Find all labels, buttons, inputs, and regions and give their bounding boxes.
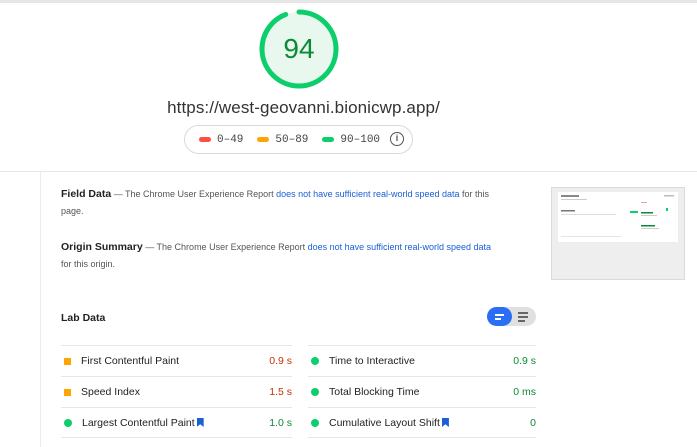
legend-swatch-pass (322, 137, 335, 142)
list-icon-line (518, 320, 525, 322)
section-divider (0, 171, 697, 172)
legend-item-fail: 0–49 (199, 134, 243, 146)
legend-label-fail: 0–49 (217, 133, 244, 146)
info-icon[interactable]: i (390, 132, 404, 146)
legend-swatch-average (257, 137, 270, 142)
legend-item-average: 50–89 (257, 134, 308, 146)
metric-label: First Contentful Paint (81, 355, 180, 367)
origin-summary-section: Origin Summary — The Chrome User Experie… (61, 239, 501, 273)
metric-speed-index: Speed Index 1.5 s (61, 376, 292, 407)
field-data-section: Field Data — The Chrome User Experience … (61, 186, 501, 220)
legend-swatch-fail (199, 137, 211, 142)
performance-score-value: 94 (283, 33, 315, 64)
pass-circle-icon (64, 418, 72, 427)
lab-data-title: Lab Data (61, 312, 106, 324)
expanded-view-toggle-option[interactable] (512, 307, 536, 326)
pass-circle-icon (311, 357, 319, 365)
list-icon-line (518, 312, 528, 314)
origin-summary-title: Origin Summary (61, 241, 143, 253)
top-divider (0, 0, 697, 3)
compact-icon-line (495, 314, 504, 316)
metric-label: Time to Interactive (329, 355, 415, 367)
field-data-dash: — (111, 189, 126, 199)
metric-value: 0.9 s (269, 355, 292, 367)
performance-score-gauge: 94 (258, 8, 340, 90)
tested-url: https://west-geovanni.bionicwp.app/ (167, 98, 440, 117)
metric-value: 1.0 s (269, 416, 292, 429)
origin-summary-prefix: The Chrome User Experience Report (156, 242, 308, 252)
metric-label: Largest Contentful Paint (82, 416, 195, 429)
thumbnail-page-preview (558, 192, 678, 242)
legend-label-pass: 90–100 (340, 133, 381, 146)
compact-icon-line (495, 318, 501, 320)
score-legend: 0–49 50–89 90–100 i (184, 125, 413, 154)
metric-largest-contentful-paint: Largest Contentful Paint 1.0 s (61, 407, 292, 438)
list-icon-line (518, 316, 528, 318)
metric-label: Total Blocking Time (329, 386, 420, 398)
compact-view-toggle-option[interactable] (487, 307, 512, 326)
metric-time-to-interactive: Time to Interactive 0.9 s (308, 345, 536, 376)
metric-cumulative-layout-shift: Cumulative Layout Shift 0 (308, 407, 536, 438)
page-screenshot-thumbnail (551, 187, 685, 280)
pass-circle-icon (311, 418, 319, 427)
legend-label-average: 50–89 (275, 133, 309, 146)
metric-value: 0 (530, 416, 536, 429)
average-square-icon (64, 388, 71, 396)
core-web-vital-flag-icon (441, 418, 449, 427)
metric-value: 0 ms (513, 386, 536, 398)
metrics-view-toggle[interactable] (487, 307, 536, 326)
average-square-icon (64, 357, 71, 365)
legend-item-pass: 90–100 (322, 134, 380, 146)
left-gutter-line (40, 172, 41, 447)
origin-summary-link[interactable]: does not have sufficient real-world spee… (308, 242, 491, 252)
metric-label: Speed Index (81, 386, 140, 398)
thumbnail-graphic (561, 195, 674, 237)
metric-value: 1.5 s (269, 386, 292, 398)
field-data-title: Field Data (61, 188, 112, 200)
core-web-vital-flag-icon (196, 418, 204, 427)
field-data-link[interactable]: does not have sufficient real-world spee… (276, 189, 459, 199)
metric-total-blocking-time: Total Blocking Time 0 ms (308, 376, 536, 407)
metric-first-contentful-paint: First Contentful Paint 0.9 s (61, 345, 292, 376)
metric-value: 0.9 s (513, 355, 536, 367)
origin-summary-dash: — (142, 242, 157, 252)
field-data-prefix: The Chrome User Experience Report (125, 189, 277, 199)
origin-summary-suffix: for this origin. (61, 259, 116, 269)
metric-label: Cumulative Layout Shift (329, 416, 440, 429)
pass-circle-icon (311, 388, 319, 396)
